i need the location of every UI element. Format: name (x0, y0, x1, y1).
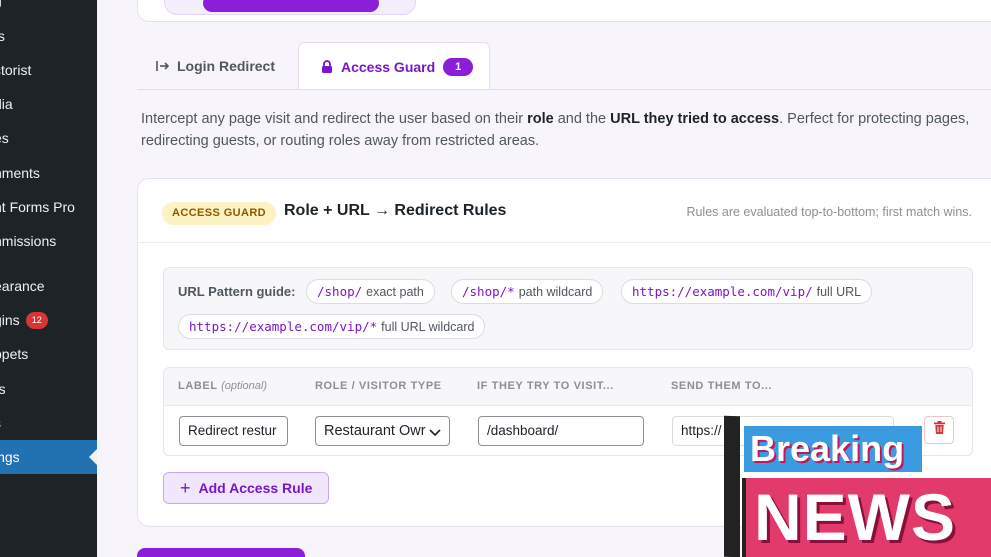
sidebar-item-label: ppets (0, 346, 29, 362)
sidebar-item-label: ts (0, 28, 5, 44)
column-header-role: ROLE / VISITOR TYPE (315, 380, 442, 392)
visit-url-input[interactable]: /dashboard/ (478, 416, 644, 446)
sidebar-item-label: gins (0, 312, 20, 328)
tab-login-redirect[interactable]: Login Redirect (155, 42, 275, 90)
sidebar-item-tools[interactable]: s (0, 406, 97, 440)
tab-divider (137, 89, 991, 90)
update-count-badge: 12 (25, 312, 48, 329)
sidebar-item-posts[interactable]: ts (0, 19, 97, 53)
overlay-news-text: NEWS (742, 478, 991, 557)
sidebar-item-submissions[interactable]: nmissions (0, 224, 97, 258)
column-header-label: LABEL (optional) (178, 380, 267, 392)
arrow-right-to-line-icon (155, 60, 171, 72)
tab-bar: Login Redirect Access Guard 1 (137, 42, 991, 90)
sidebar-item-snippets[interactable]: ppets (0, 337, 97, 371)
top-settings-card (137, 0, 991, 22)
pattern-chip: https://example.com/vip/full URL (621, 279, 873, 304)
sidebar-item-settings[interactable]: ings (0, 440, 97, 474)
card-title: Role + URL → Redirect Rules (284, 202, 507, 219)
active-indicator-arrow (89, 449, 97, 465)
tab-label: Login Redirect (177, 58, 276, 74)
tab-count-badge: 1 (443, 57, 474, 76)
admin-sidebar: g ts ctorist dia es nments nt Forms Pro … (0, 0, 97, 557)
sidebar-item-forms[interactable]: nt Forms Pro (0, 190, 97, 224)
sidebar-item-users[interactable]: rs (0, 372, 97, 406)
sidebar-item-label: nmissions (0, 233, 57, 249)
sidebar-item-label: ctorist (0, 62, 32, 78)
card-note: Rules are evaluated top-to-bottom; first… (686, 205, 972, 219)
sidebar-item-label: dia (0, 96, 13, 112)
role-select[interactable]: Restaurant Owr (315, 416, 450, 446)
save-settings-button[interactable] (137, 548, 305, 557)
chevron-down-icon (429, 419, 441, 445)
plus-icon: + (180, 477, 191, 498)
add-access-rule-button[interactable]: + Add Access Rule (163, 472, 329, 504)
add-button-label: Add Access Rule (198, 480, 313, 496)
sidebar-item-label: es (0, 130, 9, 146)
sidebar-item-comments[interactable]: nments (0, 156, 97, 190)
top-pill-fill[interactable] (203, 0, 379, 12)
overlay-bar (724, 415, 740, 557)
sidebar-item-appearance[interactable]: earance (0, 269, 97, 303)
card-header: ACCESS GUARD Role + URL → Redirect Rules… (138, 179, 991, 243)
access-guard-badge: ACCESS GUARD (162, 202, 277, 225)
sidebar-item-label: nments (0, 165, 40, 181)
sidebar-item-label: rs (0, 381, 6, 397)
sidebar-item-top[interactable]: g (0, 0, 97, 17)
tab-access-guard[interactable]: Access Guard 1 (298, 42, 490, 90)
pattern-chip: /shop/exact path (306, 279, 435, 304)
sidebar-item-label: ings (0, 449, 20, 465)
overlay-breaking-text: Breaking (744, 426, 922, 472)
sidebar-item-media[interactable]: dia (0, 87, 97, 121)
sidebar-item-pages[interactable]: es (0, 121, 97, 155)
intro-text: Intercept any page visit and redirect th… (141, 111, 970, 149)
pattern-chip: https://example.com/vip/* full URL wildca… (178, 314, 486, 339)
pattern-chip: /shop/* path wildcard (451, 279, 604, 304)
column-header-visit: IF THEY TRY TO VISIT... (477, 380, 614, 392)
sidebar-item-label: nt Forms Pro (0, 199, 75, 215)
sidebar-item-vectorist[interactable]: ctorist (0, 53, 97, 87)
tab-label: Access Guard (341, 58, 436, 75)
rule-label-input[interactable]: Redirect restur (179, 416, 288, 446)
lock-icon (319, 60, 335, 73)
guide-label: URL Pattern guide: (178, 284, 296, 299)
rules-table-header: LABEL (optional) ROLE / VISITOR TYPE IF … (164, 368, 972, 406)
sidebar-item-label: s (0, 406, 1, 440)
url-pattern-guide: URL Pattern guide: /shop/exact path /sho… (163, 267, 973, 350)
role-select-value: Restaurant Owr (324, 423, 426, 439)
top-pill (164, 0, 416, 15)
breaking-news-overlay: Breaking NEWS (724, 415, 991, 557)
sidebar-item-label: earance (0, 278, 45, 294)
sidebar-item-plugins[interactable]: gins 12 (0, 303, 97, 337)
column-header-send: SEND THEM TO... (671, 380, 773, 392)
